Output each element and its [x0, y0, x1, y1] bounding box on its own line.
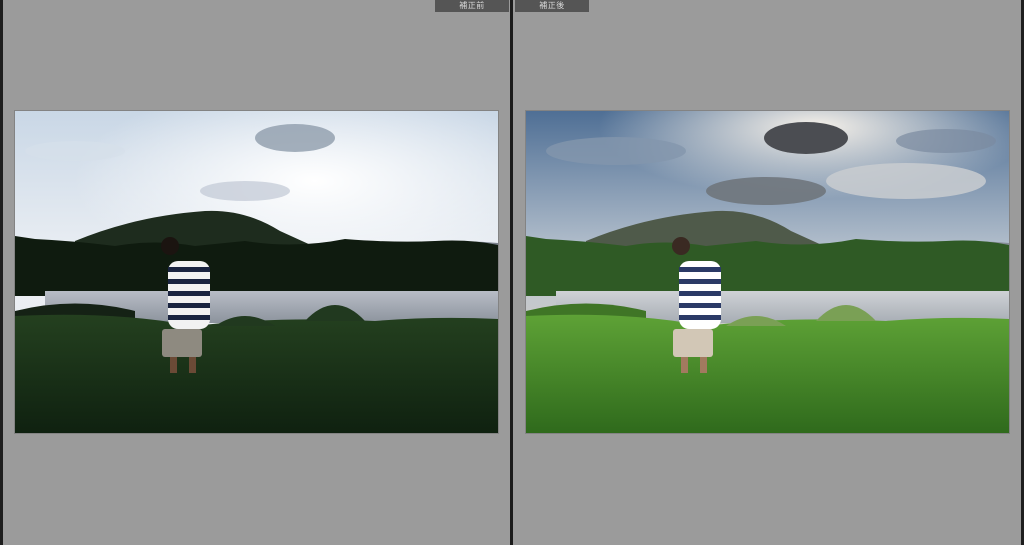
after-pane[interactable]: 補正後	[513, 0, 1021, 545]
before-pane[interactable]: 補正前	[3, 0, 510, 545]
after-photo[interactable]	[526, 111, 1009, 433]
before-photo[interactable]	[15, 111, 498, 433]
before-label: 補正前	[435, 0, 509, 12]
before-after-compare-view: 補正前 補正後	[0, 0, 1024, 545]
after-label: 補正後	[515, 0, 589, 12]
